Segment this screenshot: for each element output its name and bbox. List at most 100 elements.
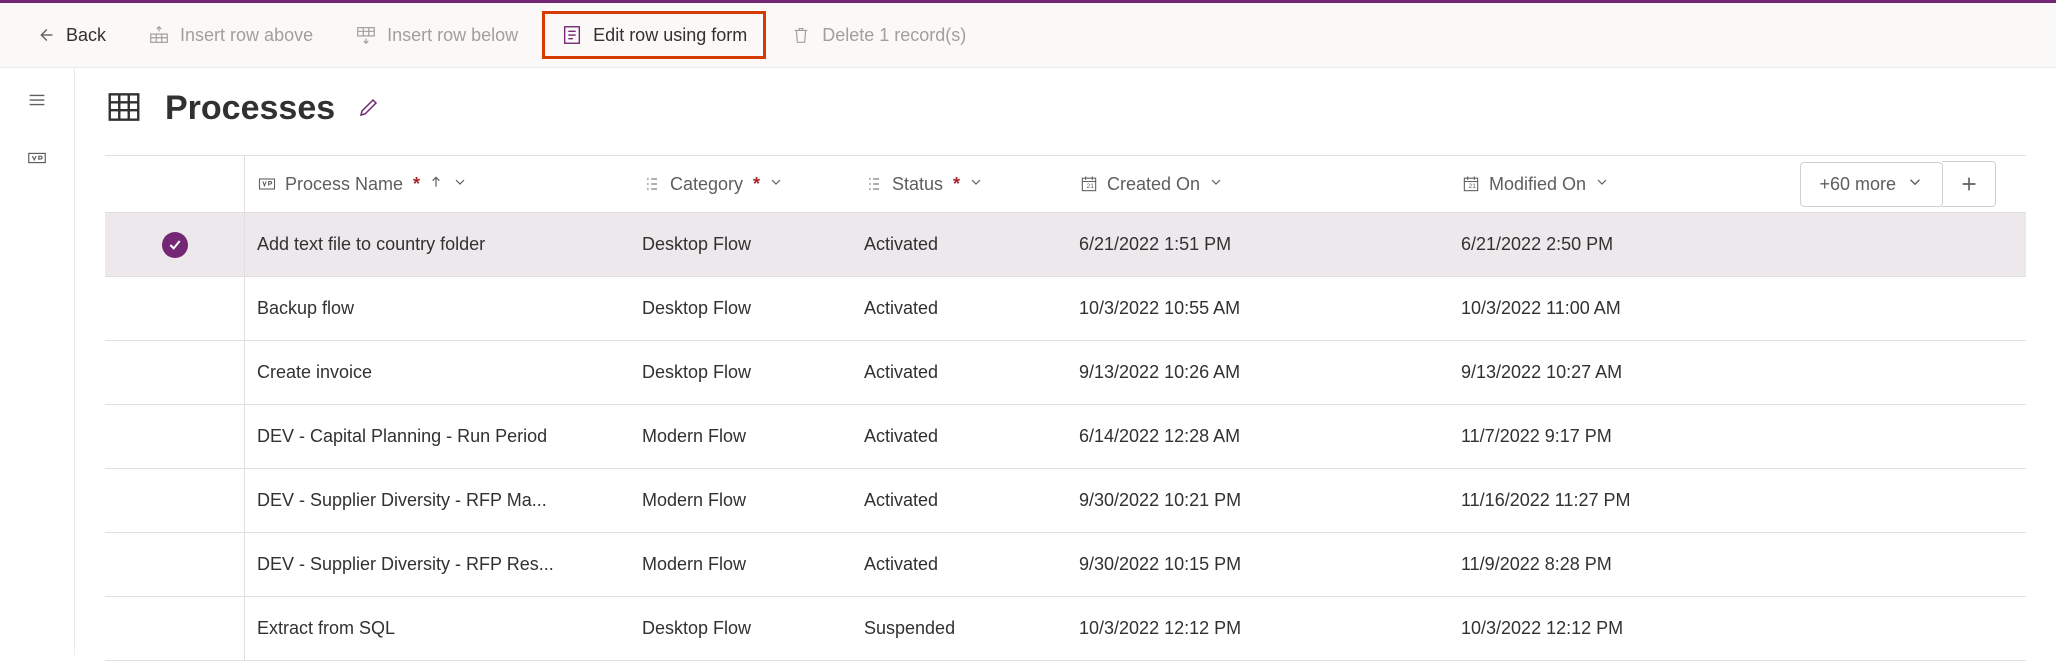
cell-created-on[interactable]: 9/30/2022 10:15 PM xyxy=(1067,533,1449,596)
cell-category[interactable]: Desktop Flow xyxy=(630,597,852,660)
cell-category-value: Desktop Flow xyxy=(642,362,751,383)
table-header-row: Process Name* Category* Status* xyxy=(105,155,2026,213)
cell-created-on[interactable]: 9/13/2022 10:26 AM xyxy=(1067,341,1449,404)
cell-process-name[interactable]: Backup flow xyxy=(245,277,630,340)
cell-process-name[interactable]: DEV - Supplier Diversity - RFP Res... xyxy=(245,533,630,596)
cell-status-value: Suspended xyxy=(864,618,955,639)
cell-category[interactable]: Modern Flow xyxy=(630,469,852,532)
page-title: Processes xyxy=(165,89,335,128)
cell-process-name[interactable]: Add text file to country folder xyxy=(245,213,630,276)
cell-status-value: Activated xyxy=(864,490,938,511)
edit-row-form-button[interactable]: Edit row using form xyxy=(542,11,766,59)
table-row[interactable]: Extract from SQLDesktop Flow Suspended 10/… xyxy=(105,597,2026,661)
cell-modified-on[interactable]: 10/3/2022 12:12 PM xyxy=(1449,597,1831,660)
sort-asc-icon xyxy=(428,174,444,195)
cell-modified-on[interactable]: 11/16/2022 11:27 PM xyxy=(1449,469,1831,532)
required-indicator: * xyxy=(753,174,760,195)
cell-created-on[interactable]: 9/30/2022 10:21 PM xyxy=(1067,469,1449,532)
table-row[interactable]: Add text file to country folder Desktop F… xyxy=(105,213,2026,277)
cell-created-on[interactable]: 6/14/2022 12:28 AM xyxy=(1067,405,1449,468)
cell-category[interactable]: Desktop Flow xyxy=(630,341,852,404)
cell-modified-on[interactable]: 9/13/2022 10:27 AM xyxy=(1449,341,1831,404)
insert-row-above-button[interactable]: Insert row above xyxy=(130,12,331,58)
insert-row-below-label: Insert row below xyxy=(387,25,518,46)
column-header-modified-on[interactable]: 21 Modified On xyxy=(1449,156,1831,212)
column-header-created-on[interactable]: 21 Created On xyxy=(1067,156,1449,212)
insert-row-above-icon xyxy=(148,24,170,46)
cell-status-value: Activated xyxy=(864,234,938,255)
cell-category-value: Modern Flow xyxy=(642,490,746,511)
calendar-icon: 21 xyxy=(1461,174,1481,194)
cell-status[interactable]: Activated xyxy=(852,469,1067,532)
required-indicator: * xyxy=(953,174,960,195)
option-set-icon xyxy=(642,174,662,194)
cell-modified-on[interactable]: 11/9/2022 8:28 PM xyxy=(1449,533,1831,596)
cell-modified-on[interactable]: 6/21/2022 2:50 PM xyxy=(1449,213,1831,276)
cell-category[interactable]: Modern Flow xyxy=(630,533,852,596)
cell-process-name[interactable]: DEV - Supplier Diversity - RFP Ma... xyxy=(245,469,630,532)
chevron-down-icon xyxy=(1208,174,1224,195)
cell-modified-on-value: 11/9/2022 8:28 PM xyxy=(1461,554,1612,575)
cell-modified-on[interactable]: 10/3/2022 11:00 AM xyxy=(1449,277,1831,340)
cell-category[interactable]: Modern Flow xyxy=(630,405,852,468)
cell-modified-on-value: 10/3/2022 11:00 AM xyxy=(1461,298,1621,319)
cell-created-on[interactable]: 10/3/2022 12:12 PM xyxy=(1067,597,1449,660)
cell-created-on-value: 10/3/2022 10:55 AM xyxy=(1079,298,1240,319)
back-button[interactable]: Back xyxy=(16,12,124,58)
table-row[interactable]: Backup flowDesktop FlowActivated 10/3/202… xyxy=(105,277,2026,341)
left-rail xyxy=(0,68,75,655)
calendar-icon: 21 xyxy=(1079,174,1099,194)
chevron-down-icon xyxy=(768,174,784,195)
cell-status-value: Activated xyxy=(864,426,938,447)
column-header-process-name[interactable]: Process Name* xyxy=(245,156,630,212)
row-select-cell[interactable] xyxy=(105,405,245,468)
cell-process-name[interactable]: Create invoice xyxy=(245,341,630,404)
cell-created-on-value: 9/13/2022 10:26 AM xyxy=(1079,362,1240,383)
edit-row-form-label: Edit row using form xyxy=(593,25,747,46)
cell-category[interactable]: Desktop Flow xyxy=(630,277,852,340)
add-column-button[interactable] xyxy=(1942,161,1996,207)
cell-status[interactable]: Activated xyxy=(852,405,1067,468)
select-all-column[interactable] xyxy=(105,156,245,212)
cell-status[interactable]: Suspended xyxy=(852,597,1067,660)
cell-category-value: Desktop Flow xyxy=(642,234,751,255)
cell-modified-on-value: 11/7/2022 9:17 PM xyxy=(1461,426,1612,447)
cell-modified-on[interactable]: 11/7/2022 9:17 PM xyxy=(1449,405,1831,468)
cell-process-name[interactable]: DEV - Capital Planning - Run Period xyxy=(245,405,630,468)
required-indicator: * xyxy=(413,174,420,195)
cell-created-on[interactable]: 10/3/2022 10:55 AM xyxy=(1067,277,1449,340)
cell-status[interactable]: Activated xyxy=(852,341,1067,404)
cell-created-on[interactable]: 6/21/2022 1:51 PM xyxy=(1067,213,1449,276)
more-columns-button[interactable]: +60 more xyxy=(1800,162,1943,207)
column-header-status[interactable]: Status* xyxy=(852,156,1067,212)
row-select-cell[interactable] xyxy=(105,213,245,276)
rail-text-field-button[interactable] xyxy=(17,138,57,178)
column-label: Created On xyxy=(1107,174,1200,195)
rail-menu-button[interactable] xyxy=(17,80,57,120)
cell-process-name[interactable]: Extract from SQL xyxy=(245,597,630,660)
insert-row-above-label: Insert row above xyxy=(180,25,313,46)
cell-created-on-value: 6/14/2022 12:28 AM xyxy=(1079,426,1240,447)
cell-category[interactable]: Desktop Flow xyxy=(630,213,852,276)
row-select-cell[interactable] xyxy=(105,469,245,532)
table-row[interactable]: DEV - Supplier Diversity - RFP Res...Mod… xyxy=(105,533,2026,597)
row-select-cell[interactable] xyxy=(105,341,245,404)
edit-title-button[interactable] xyxy=(357,95,381,122)
column-header-category[interactable]: Category* xyxy=(630,156,852,212)
cell-status[interactable]: Activated xyxy=(852,213,1067,276)
svg-text:21: 21 xyxy=(1087,183,1095,190)
table-row[interactable]: DEV - Capital Planning - Run PeriodModer… xyxy=(105,405,2026,469)
row-select-cell[interactable] xyxy=(105,533,245,596)
trash-icon xyxy=(790,24,812,46)
cell-status[interactable]: Activated xyxy=(852,533,1067,596)
insert-row-below-button[interactable]: Insert row below xyxy=(337,12,536,58)
table-row[interactable]: Create invoice Desktop Flow Activated 9/13/… xyxy=(105,341,2026,405)
chevron-down-icon xyxy=(452,174,468,195)
cell-status[interactable]: Activated xyxy=(852,277,1067,340)
table-row[interactable]: DEV - Supplier Diversity - RFP Ma... Mode… xyxy=(105,469,2026,533)
cell-process-name-value: DEV - Supplier Diversity - RFP Ma... xyxy=(257,490,547,511)
row-select-cell[interactable] xyxy=(105,277,245,340)
checkmark-icon xyxy=(162,232,188,258)
row-select-cell[interactable] xyxy=(105,597,245,660)
delete-record-button[interactable]: Delete 1 record(s) xyxy=(772,12,984,58)
